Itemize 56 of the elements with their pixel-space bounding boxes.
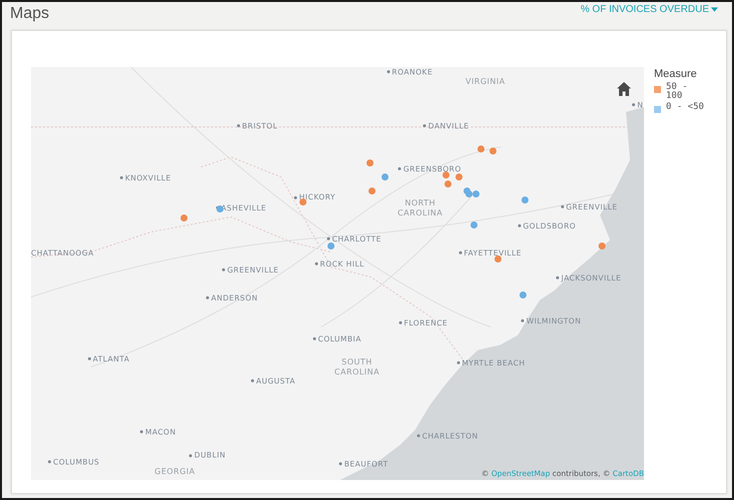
- city-dot-icon: [339, 462, 342, 466]
- legend-label: 50 - 100: [666, 83, 689, 101]
- map-marker[interactable]: [522, 196, 529, 204]
- city-dot-icon: [251, 379, 254, 382]
- city-dot-icon: [518, 224, 521, 228]
- city-dot-icon: [399, 321, 402, 324]
- map-marker[interactable]: [180, 214, 188, 222]
- legend-title: Measure: [654, 68, 698, 80]
- map-marker[interactable]: [478, 145, 485, 152]
- legend-label: 0 - <50: [666, 103, 705, 112]
- city-dot-icon: [456, 361, 460, 364]
- city-dot-icon: [560, 206, 564, 209]
- map-marker[interactable]: [366, 159, 374, 166]
- map-marker[interactable]: [470, 222, 478, 229]
- map-marker[interactable]: [382, 173, 389, 180]
- map-marker[interactable]: [216, 205, 224, 212]
- measure-dropdown[interactable]: % OF INVOICES OVERDUE: [580, 4, 718, 15]
- map-marker[interactable]: [456, 173, 463, 180]
- city-dot-icon: [327, 238, 330, 241]
- city-dot-icon: [120, 176, 124, 180]
- map-marker[interactable]: [300, 198, 307, 206]
- city-dot-icon: [88, 357, 91, 360]
- city-dot-icon: [398, 167, 402, 170]
- region-label: GEORGIA: [154, 467, 196, 477]
- map-marker[interactable]: [327, 242, 334, 250]
- city-dot-icon: [48, 460, 52, 464]
- map-marker[interactable]: [598, 242, 606, 250]
- city-dot-icon: [237, 124, 240, 128]
- map-marker[interactable]: [442, 172, 450, 179]
- city-dot-icon: [189, 454, 192, 457]
- city-dot-icon: [222, 268, 226, 272]
- map-marker[interactable]: [465, 190, 472, 198]
- city-dot-icon: [417, 434, 420, 438]
- city-dot-icon: [314, 262, 318, 266]
- map-marker[interactable]: [489, 147, 496, 154]
- city-dot-icon: [556, 276, 560, 280]
- map-marker[interactable]: [520, 291, 526, 298]
- map-marker[interactable]: [494, 255, 502, 262]
- region-label: VIRGINIA: [464, 76, 506, 87]
- map-marker[interactable]: [368, 187, 376, 194]
- city-dot-icon: [521, 320, 524, 323]
- city-dot-icon: [458, 252, 462, 254]
- map-marker[interactable]: [472, 190, 480, 198]
- city-dot-icon: [632, 103, 636, 106]
- region-label: NORTH CAROLINA: [396, 198, 444, 218]
- home-icon[interactable]: [616, 81, 632, 97]
- city-dot-icon: [206, 296, 210, 300]
- city-dot-icon: [140, 430, 144, 434]
- city-dot-icon: [423, 124, 426, 128]
- map-marker[interactable]: [444, 180, 452, 188]
- caret-icon: [711, 7, 718, 12]
- city-dot-icon: [386, 70, 390, 74]
- page-title: Maps: [10, 5, 50, 23]
- city-dot-icon: [312, 338, 316, 341]
- region-label: SOUTH CAROLINA: [333, 357, 381, 376]
- city-dot-icon: [294, 196, 298, 199]
